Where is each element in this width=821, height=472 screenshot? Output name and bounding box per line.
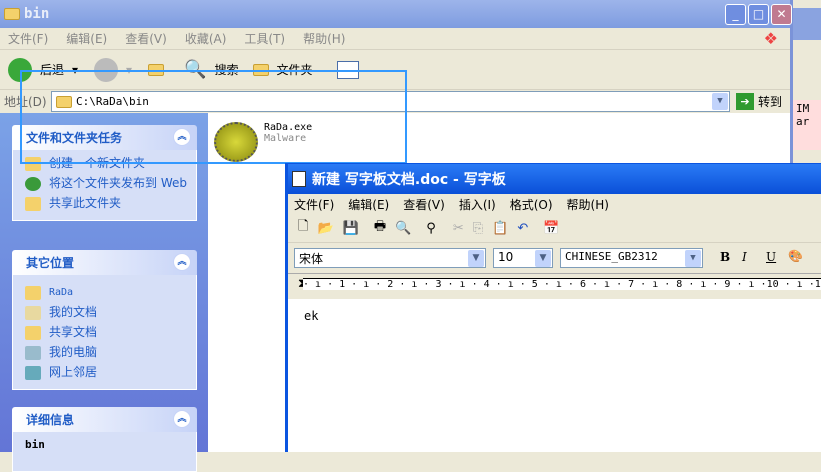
- place-label: RaDa: [49, 287, 74, 298]
- place-label: 我的文档: [49, 305, 98, 319]
- wordpad-titlebar[interactable]: 新建 写字板文档.doc - 写字板: [288, 164, 821, 194]
- menu-edit[interactable]: 编辑(E): [348, 196, 389, 213]
- background-window-text: IM ar: [793, 100, 821, 150]
- close-button[interactable]: ✕: [771, 4, 792, 25]
- panel-title: 详细信息: [26, 413, 75, 427]
- chevron-down-icon[interactable]: ▼: [535, 250, 551, 267]
- collapse-icon[interactable]: ︽: [173, 410, 191, 428]
- font-select[interactable]: 宋体 ▼: [294, 248, 486, 268]
- wordpad-window: 新建 写字板文档.doc - 写字板 文件(F) 编辑(E) 查看(V) 插入(…: [285, 163, 821, 452]
- document-area[interactable]: ek: [288, 299, 821, 452]
- undo-icon[interactable]: ↶: [517, 221, 528, 236]
- chevron-down-icon[interactable]: ▼: [685, 250, 701, 267]
- ruler[interactable]: ⧗ · ı · 1 · ı · 2 · ı · 3 · ı · 4 · ı · …: [288, 273, 821, 299]
- print-preview-icon[interactable]: 🔍: [395, 221, 411, 236]
- place-shared-documents[interactable]: 共享文档: [25, 325, 196, 340]
- script-select[interactable]: CHINESE_GB2312 ▼: [560, 248, 703, 268]
- share-folder-icon: [25, 197, 41, 211]
- menu-favorites[interactable]: 收藏(A): [185, 30, 227, 47]
- network-icon: [25, 366, 41, 380]
- italic-button[interactable]: I: [742, 250, 747, 264]
- paste-icon[interactable]: 📋: [492, 221, 508, 236]
- panel-header[interactable]: 其它位置 ︽: [12, 250, 197, 275]
- selection-rectangle: [20, 70, 407, 164]
- menu-help[interactable]: 帮助(H): [567, 196, 609, 213]
- menu-help[interactable]: 帮助(H): [303, 30, 345, 47]
- menu-tools[interactable]: 工具(T): [244, 30, 285, 47]
- collapse-icon[interactable]: ︽: [173, 253, 191, 271]
- menu-insert[interactable]: 插入(I): [459, 196, 496, 213]
- go-button[interactable]: ➔ 转到: [736, 93, 782, 110]
- documents-icon: [25, 306, 41, 320]
- copy-icon[interactable]: ⎘: [473, 221, 483, 236]
- computer-icon: [25, 346, 41, 360]
- date-time-icon[interactable]: 📅: [543, 221, 559, 236]
- size-value: 10: [498, 250, 514, 264]
- font-size-select[interactable]: 10 ▼: [493, 248, 553, 268]
- task-publish-web[interactable]: 将这个文件夹发布到 Web: [25, 176, 196, 191]
- wordpad-menubar: 文件(F) 编辑(E) 查看(V) 插入(I) 格式(O) 帮助(H): [288, 194, 821, 214]
- script-value: CHINESE_GB2312: [565, 250, 658, 263]
- minimize-button[interactable]: _: [725, 4, 746, 25]
- menu-file[interactable]: 文件(F): [8, 30, 48, 47]
- wordpad-toolbar: 🗋 📂 💾 🖶 🔍 ⚲ ✂ ⎘ 📋 ↶ 📅: [288, 214, 821, 243]
- explorer-titlebar[interactable]: bin: [0, 0, 790, 28]
- explorer-menubar: 文件(F) 编辑(E) 查看(V) 收藏(A) 工具(T) 帮助(H) ❖: [0, 28, 790, 50]
- menu-edit[interactable]: 编辑(E): [66, 30, 107, 47]
- save-icon[interactable]: 💾: [343, 221, 359, 236]
- go-arrow-icon: ➔: [736, 93, 754, 110]
- details-panel: 详细信息 ︽ bin: [12, 407, 197, 472]
- panel-header[interactable]: 详细信息 ︽: [12, 407, 197, 432]
- place-my-computer[interactable]: 我的电脑: [25, 345, 196, 360]
- folder-icon: [4, 8, 20, 20]
- explorer-title: bin: [24, 6, 50, 22]
- go-label: 转到: [758, 95, 783, 109]
- menu-file[interactable]: 文件(F): [294, 196, 334, 213]
- place-label: 我的电脑: [49, 345, 98, 359]
- globe-icon: [25, 177, 41, 191]
- wordpad-icon: [292, 171, 306, 187]
- wordpad-title: 新建 写字板文档.doc - 写字板: [312, 172, 506, 188]
- ruler-scale: · ı · 1 · ı · 2 · ı · 3 · ı · 4 · ı · 5 …: [303, 278, 821, 290]
- place-my-documents[interactable]: 我的文档: [25, 305, 196, 320]
- place-rada[interactable]: RaDa: [25, 285, 196, 300]
- chevron-down-icon[interactable]: ▼: [468, 250, 484, 267]
- menu-view[interactable]: 查看(V): [403, 196, 445, 213]
- new-icon[interactable]: 🗋: [298, 217, 308, 239]
- background-window-titlebar: [793, 8, 821, 40]
- print-icon[interactable]: 🖶: [374, 217, 386, 239]
- maximize-button[interactable]: □: [748, 4, 769, 25]
- font-value: 宋体: [299, 252, 324, 266]
- task-label: 共享此文件夹: [49, 196, 122, 210]
- details-name: bin: [25, 438, 45, 451]
- menu-view[interactable]: 查看(V): [125, 30, 167, 47]
- place-network[interactable]: 网上邻居: [25, 365, 196, 380]
- color-icon[interactable]: 🎨: [788, 249, 803, 263]
- bold-button[interactable]: B: [720, 250, 730, 264]
- place-label: 共享文档: [49, 325, 98, 339]
- place-label: 网上邻居: [49, 365, 98, 379]
- panel-title: 其它位置: [26, 256, 75, 270]
- other-places-panel: 其它位置 ︽ RaDa 我的文档 共享文档 我的电脑 网上邻居: [12, 250, 197, 390]
- cut-icon[interactable]: ✂: [453, 221, 464, 236]
- chevron-down-icon[interactable]: ▼: [712, 93, 728, 110]
- windows-logo-icon: ❖: [763, 29, 778, 48]
- underline-button[interactable]: U: [766, 250, 776, 264]
- open-icon[interactable]: 📂: [317, 221, 333, 236]
- document-text: ek: [304, 309, 319, 323]
- menu-format[interactable]: 格式(O): [510, 196, 553, 213]
- folder-icon: [25, 286, 41, 300]
- task-label: 将这个文件夹发布到 Web: [49, 176, 187, 190]
- folder-icon: [25, 326, 41, 340]
- format-bar: 宋体 ▼ 10 ▼ CHINESE_GB2312 ▼ B I U 🎨: [288, 243, 821, 273]
- find-icon[interactable]: ⚲: [426, 221, 436, 236]
- task-share-folder[interactable]: 共享此文件夹: [25, 196, 196, 211]
